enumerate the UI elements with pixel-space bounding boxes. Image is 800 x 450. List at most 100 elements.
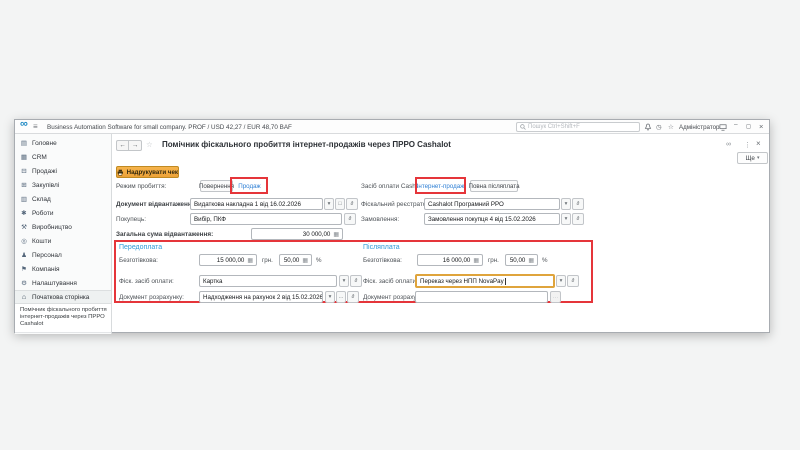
sidebar-item-label: Персонал <box>32 252 62 259</box>
total-input[interactable]: 30 000,00 ▦ <box>251 228 343 240</box>
sidebar-item-works[interactable]: ✱Роботи <box>15 206 111 220</box>
prepay-fiscal-input[interactable]: Картка <box>199 275 337 287</box>
mode-return-button[interactable]: Повернення <box>200 180 233 192</box>
sidebar-item-sales[interactable]: ⊟ Продажі <box>15 164 111 178</box>
prepay-amount-value: 15 000,00 <box>217 257 245 264</box>
buyer-label: Покупець: <box>116 216 146 223</box>
sidebar-item-crm[interactable]: ▦CRM <box>15 150 111 164</box>
sidebar-item-funds[interactable]: ◎Кошти <box>15 234 111 248</box>
dropdown-icon: ▾ <box>343 278 346 284</box>
notifications-bell-icon[interactable] <box>644 123 652 131</box>
prepay-fiscal-select-button[interactable]: ▾ <box>339 275 349 287</box>
shipment-doc-attach-button[interactable]: ∂ <box>346 198 358 210</box>
minimize-button[interactable]: – <box>734 121 738 128</box>
order-select-button[interactable]: ▾ <box>561 213 571 225</box>
postpay-fiscal-select-button[interactable]: ▾ <box>556 275 566 287</box>
prepay-doc-attach-button[interactable]: ∂ <box>347 291 359 303</box>
global-search-input[interactable]: Пошук Ctrl+Shift+F <box>516 122 640 132</box>
start-page-item[interactable]: ⌂ Початкова сторінка <box>15 290 111 304</box>
print-receipt-button[interactable]: Надрукувати чек <box>116 166 179 178</box>
postpay-fiscal-label: Фіск. засіб оплати: <box>363 278 418 285</box>
more-button[interactable]: Ще ▾ <box>737 152 768 164</box>
close-window-button[interactable]: × <box>759 122 763 131</box>
dropdown-icon: ▾ <box>560 278 563 284</box>
paperclip-icon: ∂ <box>577 216 580 222</box>
close-form-icon[interactable]: × <box>756 139 761 148</box>
prepay-percent-sign: % <box>316 257 322 264</box>
postpay-doc-more-button[interactable]: … <box>550 291 561 303</box>
mode-label: Режим пробиття: <box>116 183 166 190</box>
forward-button[interactable]: → <box>129 140 142 151</box>
display-settings-icon[interactable] <box>719 124 727 131</box>
sidebar-item-label: Кошти <box>32 238 51 245</box>
chevron-down-icon: ▾ <box>757 155 760 161</box>
maximize-button[interactable]: ◻ <box>746 123 751 130</box>
sidebar-item-settings[interactable]: ⚙Налаштування <box>15 276 111 290</box>
fiscal-registrar-input[interactable]: Cashalot Програмний РРО <box>424 198 560 210</box>
order-attach-button[interactable]: ∂ <box>572 213 584 225</box>
sidebar-item-label: Закупівлі <box>32 182 59 189</box>
sidebar-item-staff[interactable]: ♟Персонал <box>15 248 111 262</box>
calculator-icon[interactable]: ▦ <box>247 257 253 264</box>
shipment-doc-open-button[interactable]: □ <box>335 198 345 210</box>
postpay-doc-input[interactable] <box>415 291 548 303</box>
paperclip-icon: ∂ <box>572 278 575 284</box>
sidebar-item-production[interactable]: ⚒Виробництво <box>15 220 111 234</box>
prepay-percent-value: 50,00 <box>284 257 299 264</box>
sidebar-item-warehouse[interactable]: ▥Склад <box>15 192 111 206</box>
postpay-percent-sign: % <box>542 257 548 264</box>
postpay-fiscal-input[interactable]: Переказ через НПП NovaPay <box>415 274 555 288</box>
sidebar-item-label: Головне <box>32 140 57 147</box>
calculator-icon[interactable]: ▦ <box>473 257 479 264</box>
open-tab-helper[interactable]: Помічник фіскального пробиття інтернет-п… <box>15 304 111 333</box>
app-window: ∞ ≡ Business Automation Software for sma… <box>14 119 770 333</box>
calculator-icon[interactable]: ▦ <box>333 231 339 238</box>
sidebar-item-label: CRM <box>32 154 47 161</box>
fiscal-registrar-attach-button[interactable]: ∂ <box>572 198 584 210</box>
search-placeholder: Пошук Ctrl+Shift+F <box>528 124 580 130</box>
calculator-icon[interactable]: ▦ <box>302 257 308 264</box>
get-link-icon[interactable]: ∞ <box>726 141 731 148</box>
fiscal-registrar-label: Фіскальний реєстратор: <box>361 201 432 208</box>
warehouse-icon: ▥ <box>20 195 28 203</box>
prepay-fiscal-attach-button[interactable]: ∂ <box>350 275 362 287</box>
shipment-doc-input[interactable]: Видаткова накладна 1 від 16.02.2026 <box>190 198 323 210</box>
home-icon: ⌂ <box>20 294 28 301</box>
printer-icon <box>117 169 124 176</box>
prepay-doc-value: Надходження на рахунок 2 від 15.02.2026 <box>203 294 323 301</box>
calculator-icon[interactable]: ▦ <box>528 257 534 264</box>
main-menu-icon[interactable]: ≡ <box>33 122 38 131</box>
favorite-star-icon[interactable]: ☆ <box>146 140 153 149</box>
production-icon: ⚒ <box>20 223 28 231</box>
ellipsis-icon: … <box>338 294 344 300</box>
purchases-icon: ⊞ <box>20 181 28 189</box>
paperclip-icon: ∂ <box>352 294 355 300</box>
favorites-star-icon[interactable]: ☆ <box>668 123 674 131</box>
history-icon[interactable]: ◷ <box>656 123 662 131</box>
postpay-percent-input[interactable]: 50,00 ▦ <box>505 254 538 266</box>
sidebar-item-home[interactable]: ▤Головне <box>15 136 111 150</box>
dropdown-icon: ▾ <box>329 294 332 300</box>
form-menu-icon[interactable]: ⋮ <box>744 141 751 149</box>
postpay-fiscal-attach-button[interactable]: ∂ <box>567 275 579 287</box>
prepay-doc-more-button[interactable]: … <box>336 291 346 303</box>
buyer-input[interactable]: Вибір, ПКФ <box>190 213 342 225</box>
sidebar-item-purchases[interactable]: ⊞ Закупівлі <box>15 178 111 192</box>
sidebar-item-label: Продажі <box>32 168 57 175</box>
fiscal-registrar-select-button[interactable]: ▾ <box>561 198 571 210</box>
prepay-amount-input[interactable]: 15 000,00 ▦ <box>199 254 257 266</box>
buyer-attach-button[interactable]: ∂ <box>344 213 356 225</box>
prepay-doc-select-button[interactable]: ▾ <box>325 291 335 303</box>
postpay-amount-input[interactable]: 16 000,00 ▦ <box>417 254 483 266</box>
paperclip-icon: ∂ <box>355 278 358 284</box>
shipment-doc-select-button[interactable]: ▾ <box>324 198 334 210</box>
sidebar-item-company[interactable]: ⚑Компанія <box>15 262 111 276</box>
prepay-percent-input[interactable]: 50,00 ▦ <box>279 254 312 266</box>
current-user[interactable]: Адміністратор <box>679 124 719 131</box>
prepay-doc-input[interactable]: Надходження на рахунок 2 від 15.02.2026 <box>199 291 323 303</box>
square-icon: □ <box>338 201 341 207</box>
sales-icon: ⊟ <box>20 167 28 175</box>
cash-method-postpaid-button[interactable]: Повна післяплата <box>470 180 518 192</box>
order-input[interactable]: Замовлення покупця 4 від 15.02.2026 <box>424 213 560 225</box>
back-button[interactable]: ← <box>116 140 129 151</box>
